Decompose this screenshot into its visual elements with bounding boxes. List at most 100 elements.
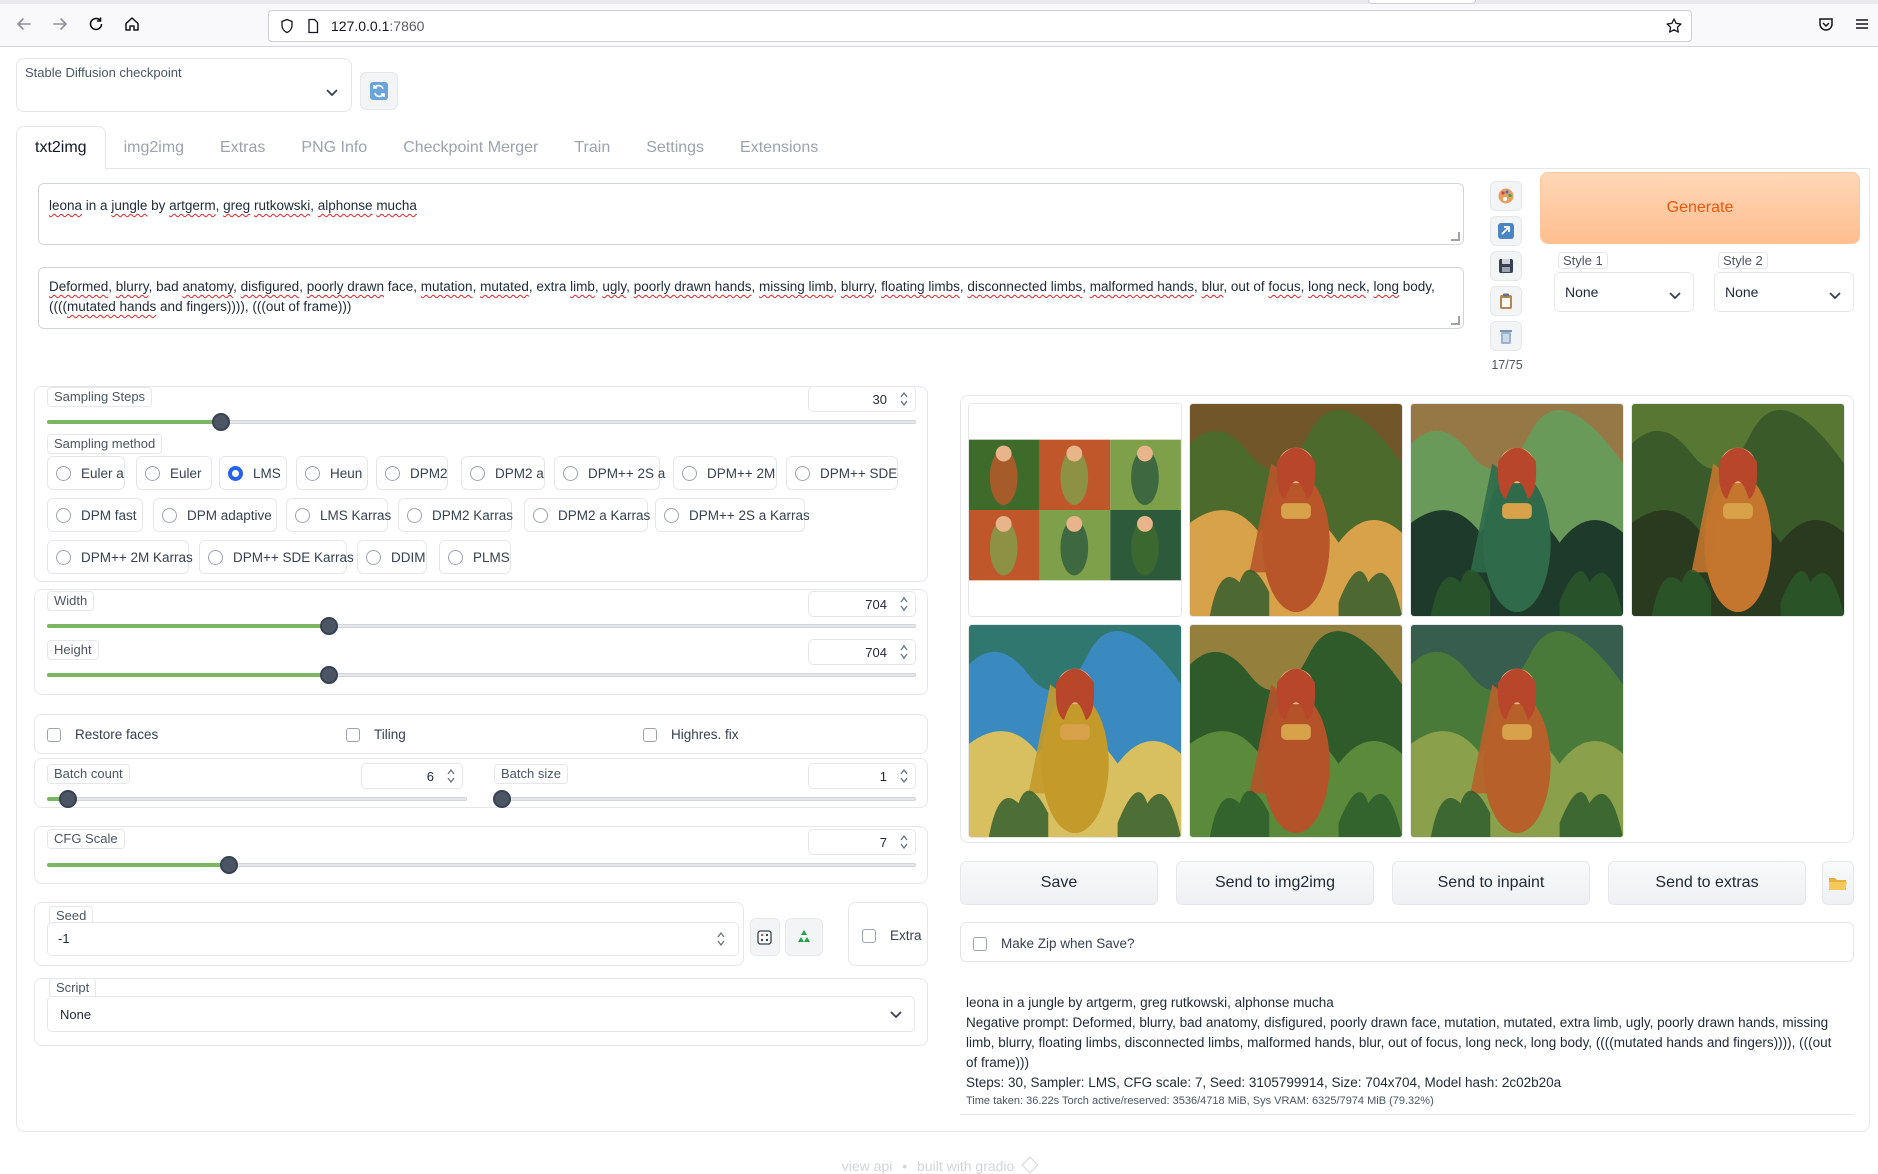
radio-button[interactable] <box>795 465 810 481</box>
sampling-steps-slider[interactable] <box>47 412 916 432</box>
batch-size-slider[interactable] <box>493 789 916 809</box>
radio-button[interactable] <box>56 549 71 565</box>
prompt-input[interactable]: leona in a jungle by artgerm, greg rutko… <box>38 183 1464 245</box>
sampler-option[interactable]: DPM++ 2S a <box>554 456 665 490</box>
tab-extras[interactable]: Extras <box>202 126 283 170</box>
seed-input[interactable]: -1 <box>47 922 739 956</box>
built-with-gradio-link[interactable]: built with gradio <box>917 1158 1014 1174</box>
radio-button[interactable] <box>208 549 223 565</box>
checkbox[interactable] <box>47 727 61 742</box>
checkbox[interactable] <box>346 727 360 742</box>
reload-icon[interactable] <box>84 12 108 36</box>
sampler-option[interactable]: DPM2 a <box>461 456 545 490</box>
tab-settings[interactable]: Settings <box>628 126 722 170</box>
resize-handle[interactable] <box>1451 316 1460 325</box>
bookmark-star-icon[interactable] <box>1665 17 1683 39</box>
radio-button[interactable] <box>682 465 697 481</box>
style-2-select[interactable]: None <box>1714 272 1854 312</box>
style-2-dropdown[interactable]: Style 2 None <box>1714 248 1878 314</box>
radio-button[interactable] <box>295 507 310 523</box>
batch-size-input[interactable]: 1 <box>808 763 916 789</box>
sampler-option[interactable]: DPM2 <box>376 456 448 490</box>
gallery-image[interactable] <box>1410 403 1624 617</box>
radio-button[interactable] <box>563 465 578 481</box>
width-input[interactable]: 704 <box>808 591 916 617</box>
width-slider[interactable] <box>47 616 916 636</box>
radio-button[interactable] <box>448 549 463 565</box>
spinner-icon[interactable] <box>899 390 909 408</box>
random-seed-button[interactable] <box>750 918 780 956</box>
style-1-select[interactable]: None <box>1554 272 1694 312</box>
extra-seed-checkbox[interactable]: Extra <box>862 928 922 943</box>
radio-button[interactable] <box>366 549 381 565</box>
tab-train[interactable]: Train <box>556 126 628 170</box>
tab-txt2img[interactable]: txt2img <box>16 126 106 170</box>
sampler-option[interactable]: LMS Karras <box>286 498 391 532</box>
checkbox[interactable] <box>862 928 876 943</box>
shield-icon[interactable] <box>279 18 295 38</box>
url-bar[interactable]: 127.0.0.1:7860 <box>268 10 1692 42</box>
send-to-extras-button[interactable]: Send to extras <box>1608 861 1806 905</box>
tab-png-info[interactable]: PNG Info <box>283 126 385 170</box>
sampler-option[interactable]: DPM++ 2M <box>673 456 777 490</box>
spinner-icon[interactable] <box>899 643 909 661</box>
style-1-dropdown[interactable]: Style 1 None <box>1554 248 1718 314</box>
radio-button[interactable] <box>145 465 160 481</box>
slider-thumb[interactable] <box>320 666 338 684</box>
height-slider[interactable] <box>47 665 916 685</box>
script-dropdown[interactable]: None <box>47 996 915 1032</box>
checkbox[interactable] <box>973 936 987 951</box>
slider-thumb[interactable] <box>220 856 238 874</box>
batch-count-slider[interactable] <box>47 789 467 809</box>
send-to-inpaint-button[interactable]: Send to inpaint <box>1392 861 1590 905</box>
sampler-option[interactable]: PLMS <box>439 540 511 574</box>
checkpoint-dropdown[interactable]: Stable Diffusion checkpoint <box>16 58 352 112</box>
slider-thumb[interactable] <box>212 413 230 431</box>
sampler-option[interactable]: DPM2 a Karras <box>524 498 650 532</box>
highres-fix-checkbox[interactable]: Highres. fix <box>643 727 739 742</box>
reuse-seed-button[interactable] <box>785 918 823 956</box>
sampler-option[interactable]: DPM++ 2M Karras <box>47 540 193 574</box>
view-api-link[interactable]: view api <box>842 1158 893 1174</box>
sampler-option[interactable]: Euler <box>136 456 212 490</box>
spinner-icon[interactable] <box>899 595 909 613</box>
sampler-option[interactable]: DPM++ SDE <box>786 456 898 490</box>
radio-button[interactable] <box>228 465 243 481</box>
gallery-image[interactable] <box>1189 403 1403 617</box>
sampler-option[interactable]: DPM2 Karras <box>398 498 513 532</box>
slider-thumb[interactable] <box>320 617 338 635</box>
radio-button[interactable] <box>56 507 71 523</box>
radio-button[interactable] <box>470 465 485 481</box>
batch-count-input[interactable]: 6 <box>361 763 463 789</box>
cfg-scale-slider[interactable] <box>47 855 916 875</box>
radio-button[interactable] <box>56 465 71 481</box>
tiling-checkbox[interactable]: Tiling <box>346 727 406 742</box>
save-style-button[interactable] <box>1490 251 1522 281</box>
gallery-image[interactable] <box>1410 624 1624 838</box>
radio-button[interactable] <box>305 465 320 481</box>
menu-icon[interactable] <box>1850 12 1874 36</box>
sampling-steps-input[interactable]: 30 <box>808 386 916 412</box>
pocket-icon[interactable] <box>1814 12 1838 36</box>
clear-prompt-button[interactable] <box>1490 321 1522 351</box>
checkbox[interactable] <box>643 727 657 742</box>
send-to-img2img-button[interactable]: Send to img2img <box>1176 861 1374 905</box>
radio-button[interactable] <box>664 507 679 523</box>
sampler-option[interactable]: DDIM <box>357 540 427 574</box>
negative-prompt-input[interactable]: Deformed, blurry, bad anatomy, disfigure… <box>38 267 1464 329</box>
forward-icon[interactable] <box>48 12 72 36</box>
make-zip-checkbox[interactable]: Make Zip when Save? <box>973 936 1135 951</box>
tab-img2img[interactable]: img2img <box>106 126 202 170</box>
open-folder-button[interactable] <box>1822 861 1854 905</box>
restore-faces-checkbox[interactable]: Restore faces <box>47 727 158 742</box>
sampler-option[interactable]: DPM++ SDE Karras <box>199 540 354 574</box>
home-icon[interactable] <box>120 12 144 36</box>
resize-handle[interactable] <box>1451 232 1460 241</box>
slider-thumb[interactable] <box>59 790 77 808</box>
spinner-icon[interactable] <box>716 930 726 948</box>
sampler-option[interactable]: Euler a <box>47 456 125 490</box>
browser-tab[interactable] <box>1368 0 1476 4</box>
read-params-button[interactable] <box>1490 216 1522 246</box>
apply-style-button[interactable] <box>1490 286 1522 316</box>
artists-button[interactable] <box>1490 181 1522 211</box>
